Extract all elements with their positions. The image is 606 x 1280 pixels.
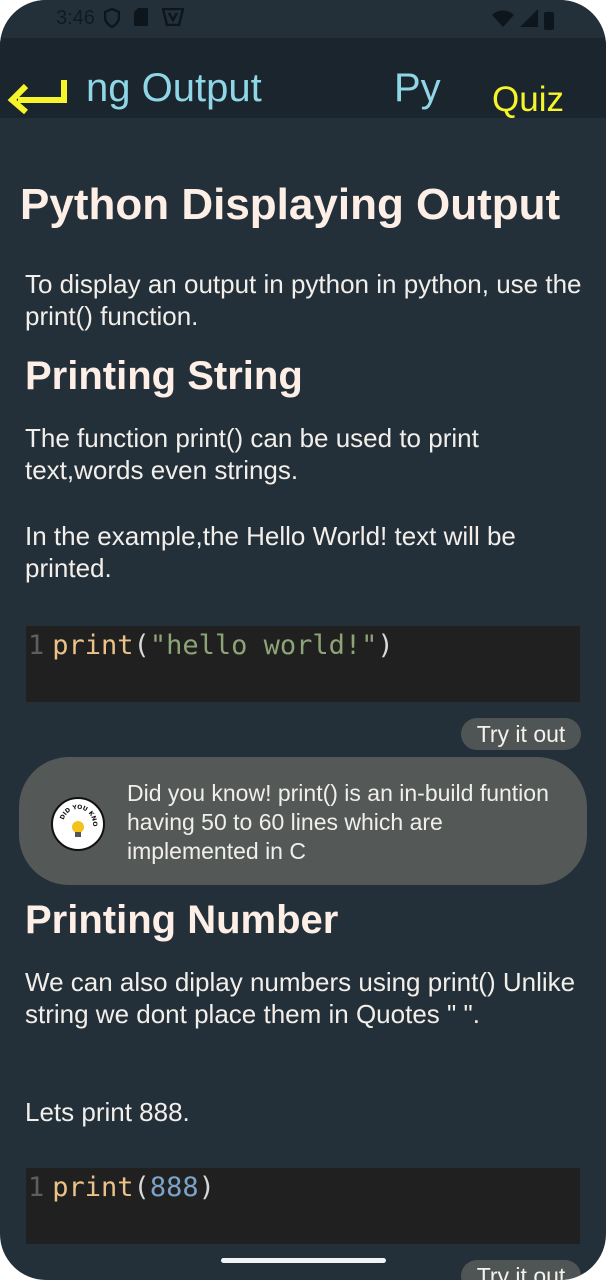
shield-icon bbox=[103, 7, 121, 32]
section-heading-string: Printing String bbox=[25, 354, 303, 398]
battery-icon bbox=[544, 12, 554, 30]
section1-paragraph-2: In the example,the Hello World! text wil… bbox=[25, 521, 516, 583]
did-you-know-text: Did you know! print() is an in-build fun… bbox=[127, 780, 549, 864]
line-number: 1 bbox=[28, 630, 45, 661]
signal-icon bbox=[520, 9, 538, 33]
marquee-title: ng Output bbox=[86, 66, 262, 110]
wifi-icon bbox=[492, 9, 514, 33]
code-block-2: 1 print(888) bbox=[26, 1168, 580, 1244]
code-string-arg: "hello world!" bbox=[149, 630, 378, 661]
section2-paragraph-1: We can also diplay numbers using print()… bbox=[25, 967, 576, 1029]
back-arrow-icon[interactable] bbox=[6, 78, 70, 115]
section-heading-number: Printing Number bbox=[25, 898, 339, 942]
code-function: print bbox=[52, 1172, 134, 1203]
status-time: 3:46 bbox=[56, 7, 95, 29]
top-app-bar: ng Output Py Quiz bbox=[0, 38, 606, 118]
vpn-icon bbox=[161, 7, 185, 32]
quiz-button[interactable]: Quiz bbox=[492, 80, 564, 118]
app-screen: 3:46 ng Output Py Quiz Python Displaying… bbox=[0, 0, 606, 1280]
try-it-out-button[interactable]: Try it out bbox=[461, 718, 581, 750]
status-bar: 3:46 bbox=[0, 0, 606, 38]
did-you-know-bulb-icon: DID YOU KNOW? bbox=[50, 794, 105, 851]
home-indicator[interactable] bbox=[221, 1258, 386, 1263]
section1-paragraph-1: The function print() can be used to prin… bbox=[25, 423, 479, 485]
did-you-know-card: DID YOU KNOW? Did you know! print() is a… bbox=[19, 757, 587, 885]
section2-paragraph-2: Lets print 888. bbox=[25, 1097, 190, 1127]
code-block-1: 1 print("hello world!") bbox=[26, 626, 580, 702]
try-it-out-button-2[interactable]: Try it out bbox=[461, 1260, 581, 1280]
sim-icon bbox=[134, 8, 148, 32]
marquee-title-repeat: Py bbox=[394, 66, 441, 110]
line-number: 1 bbox=[28, 1172, 45, 1203]
page-title: Python Displaying Output bbox=[20, 180, 561, 229]
code-function: print bbox=[52, 630, 134, 661]
intro-text: To display an output in python in python… bbox=[25, 269, 582, 331]
code-number-arg: 888 bbox=[149, 1172, 199, 1203]
